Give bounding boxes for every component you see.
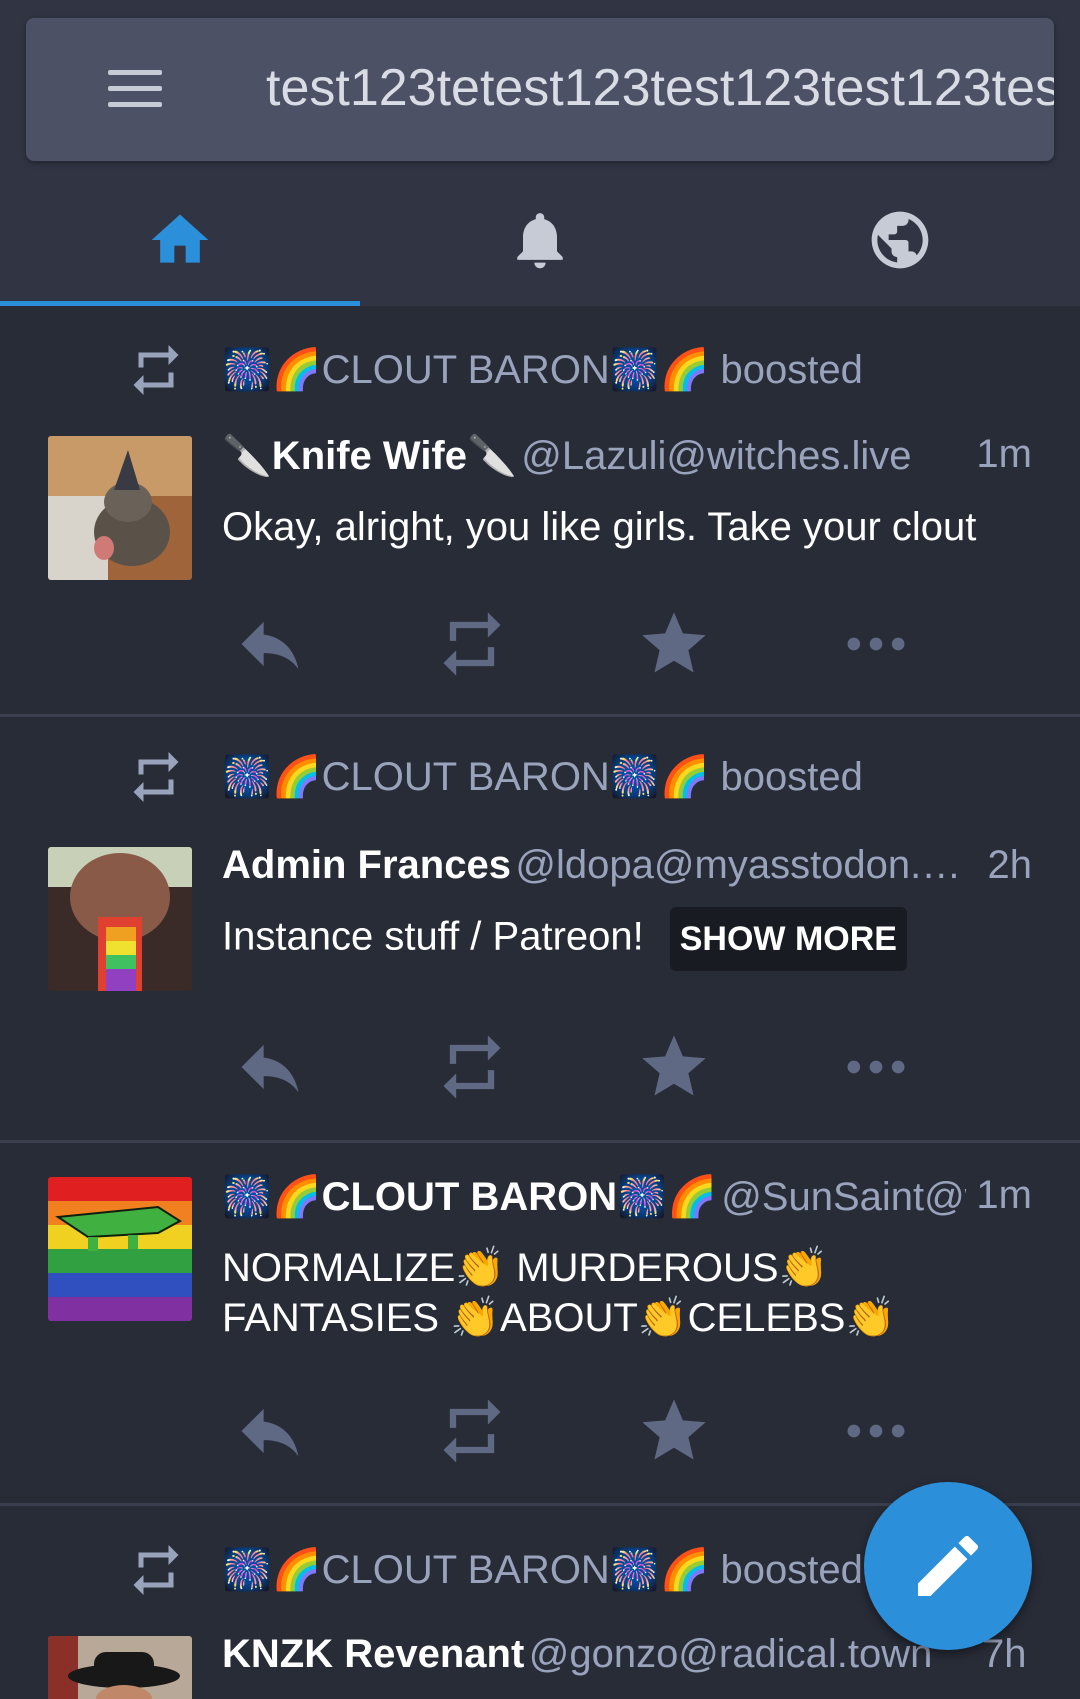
status-content: Okay, alright, you like girls. Take your… (222, 505, 977, 549)
timestamp[interactable]: 1m (966, 432, 1032, 477)
compose-button[interactable] (864, 1482, 1032, 1650)
boost-icon (133, 1545, 179, 1595)
gator-avatar-image (48, 1177, 192, 1321)
star-icon (642, 1035, 706, 1096)
account-handle[interactable]: @Lazuli@witches.live (521, 434, 911, 478)
boost-button[interactable] (434, 1029, 510, 1105)
content-warning-text: Instance stuff / Patreon! (222, 914, 644, 959)
search-bar[interactable]: test123tetest123test123test123test123te (26, 18, 1054, 161)
action-bar (0, 1029, 1080, 1105)
boost-prepend: 🎆🌈CLOUT BARON🎆🌈 boosted (0, 747, 1080, 807)
globe-icon (871, 211, 929, 269)
boost-button[interactable] (434, 606, 510, 682)
cowboy-avatar-image (48, 1636, 192, 1699)
timestamp[interactable]: 1m (966, 1173, 1032, 1218)
favourite-button[interactable] (636, 1393, 712, 1469)
boosted-by-label: 🎆🌈CLOUT BARON🎆🌈 boosted (222, 348, 863, 392)
more-options-button[interactable] (838, 1393, 914, 1469)
timestamp[interactable]: 2h (977, 843, 1032, 888)
boost-icon (133, 752, 179, 802)
status-content: NORMALIZE👏 MURDEROUS👏FANTASIES 👏ABOUT👏CE… (222, 1246, 896, 1340)
bell-icon (517, 213, 563, 269)
status-header: Admin Frances @ldopa@myasstodon.… 2h (222, 843, 1032, 895)
display-name[interactable]: 🔪Knife Wife🔪 (222, 434, 517, 478)
more-options-button[interactable] (838, 606, 914, 682)
top-bar: test123tetest123test123test123test123te (0, 0, 1080, 306)
status-content: Instance stuff / Patreon! SHOW MORE (222, 907, 1042, 971)
tab-home[interactable] (0, 170, 360, 306)
boosted-by-label: 🎆🌈CLOUT BARON🎆🌈 boosted (222, 1548, 863, 1592)
account-handle[interactable]: @gonzo@radical.town (529, 1632, 933, 1676)
show-more-button[interactable]: SHOW MORE (669, 907, 907, 971)
boost-icon (133, 345, 179, 395)
reply-icon (241, 1408, 299, 1457)
avatar[interactable] (48, 847, 192, 991)
action-bar (0, 1393, 1080, 1469)
display-name[interactable]: KNZK Revenant (222, 1632, 524, 1676)
boost-icon (443, 1035, 501, 1099)
favourite-button[interactable] (636, 1029, 712, 1105)
status-header: 🔪Knife Wife🔪 @Lazuli@witches.live 1m (222, 432, 1032, 484)
avatar[interactable] (48, 436, 192, 580)
reply-icon (241, 1044, 299, 1093)
status-item[interactable]: 🎆🌈CLOUT BARON🎆🌈 @SunSaint@wi… 1m NORMALI… (0, 1143, 1080, 1506)
pencil-icon (918, 1535, 979, 1596)
boost-icon (443, 1399, 501, 1463)
rainbow-avatar-image (48, 847, 192, 991)
cat-avatar-image (48, 436, 192, 580)
star-icon (642, 612, 706, 673)
reply-icon (241, 621, 299, 670)
home-icon (151, 214, 209, 263)
boost-prepend: 🎆🌈CLOUT BARON🎆🌈 boosted (0, 340, 1080, 400)
reply-button[interactable] (232, 1029, 308, 1105)
display-name[interactable]: Admin Frances (222, 843, 511, 887)
ellipsis-icon (847, 1424, 905, 1438)
boosted-by-label: 🎆🌈CLOUT BARON🎆🌈 boosted (222, 755, 863, 799)
status-header: KNZK Revenant @gonzo@radical.town (222, 1632, 952, 1684)
boost-icon (443, 612, 501, 676)
tab-federated[interactable] (720, 170, 1080, 306)
reply-button[interactable] (232, 1393, 308, 1469)
star-icon (642, 1399, 706, 1460)
account-handle[interactable]: @ldopa@myasstodon.… (515, 843, 961, 887)
avatar[interactable] (48, 1177, 192, 1321)
favourite-button[interactable] (636, 606, 712, 682)
menu-icon[interactable] (104, 68, 166, 110)
ellipsis-icon (847, 1060, 905, 1074)
ellipsis-icon (847, 637, 905, 651)
avatar[interactable] (48, 1636, 192, 1699)
more-options-button[interactable] (838, 1029, 914, 1105)
tab-notifications[interactable] (360, 170, 720, 306)
status-item[interactable]: 🎆🌈CLOUT BARON🎆🌈 boosted Admin Frances @l… (0, 717, 1080, 1143)
status-header: 🎆🌈CLOUT BARON🎆🌈 @SunSaint@wi… 1m (222, 1173, 1032, 1225)
status-item[interactable]: 🎆🌈CLOUT BARON🎆🌈 boosted 🔪Knife Wife🔪 @La… (0, 306, 1080, 717)
display-name[interactable]: 🎆🌈CLOUT BARON🎆🌈 (222, 1175, 717, 1219)
action-bar (0, 606, 1080, 682)
boost-button[interactable] (434, 1393, 510, 1469)
reply-button[interactable] (232, 606, 308, 682)
search-input[interactable]: test123tetest123test123test123test123te (266, 52, 1054, 124)
tab-bar (0, 170, 1080, 306)
